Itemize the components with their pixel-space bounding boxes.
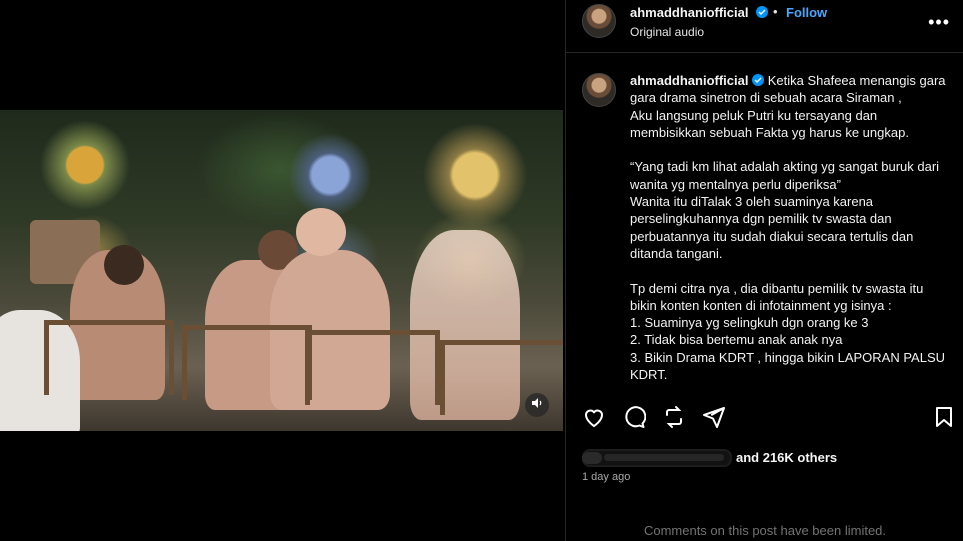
chair <box>182 325 312 400</box>
post-caption: ahmaddhaniofficial Ketika Shafeea menang… <box>630 72 950 392</box>
action-bar <box>582 405 952 431</box>
chair <box>44 320 174 395</box>
flower-arrangement <box>290 130 370 220</box>
separator-dot: • <box>773 4 778 19</box>
caption-text: Ketika Shafeea menangis gara gara drama … <box>630 73 946 383</box>
volume-icon <box>531 396 543 414</box>
caption-username[interactable]: ahmaddhaniofficial <box>630 73 748 88</box>
likes-count-text: and 216K others <box>736 450 838 465</box>
repost-icon[interactable] <box>662 405 688 431</box>
post-side-panel: ahmaddhaniofficial • Follow Original aud… <box>565 0 963 541</box>
bookmark-icon[interactable] <box>932 405 958 431</box>
post-header: ahmaddhaniofficial • Follow Original aud… <box>566 0 963 53</box>
comments-limited-notice: Comments on this post have been limited. <box>643 523 887 538</box>
post-video[interactable] <box>0 110 563 431</box>
header-username[interactable]: ahmaddhaniofficial <box>630 5 748 20</box>
verified-badge-icon <box>756 6 768 18</box>
verified-badge-icon <box>752 74 765 86</box>
more-options-icon[interactable]: ••• <box>928 12 950 33</box>
caption-avatar[interactable] <box>582 73 616 107</box>
flower-arrangement <box>40 120 130 210</box>
follow-button[interactable]: Follow <box>786 5 827 20</box>
person-head <box>104 245 144 285</box>
person-head <box>296 208 346 256</box>
original-audio-link[interactable]: Original audio <box>630 25 704 39</box>
post-timestamp[interactable]: 1 day ago <box>582 471 630 483</box>
heart-icon[interactable] <box>582 405 608 431</box>
flower-arrangement <box>420 120 530 230</box>
redacted-liker-name <box>582 449 732 467</box>
media-pane <box>0 0 565 541</box>
chair <box>305 330 440 405</box>
comment-icon[interactable] <box>622 405 648 431</box>
volume-button[interactable] <box>525 393 549 417</box>
avatar[interactable] <box>582 4 616 38</box>
send-icon[interactable] <box>702 405 728 431</box>
